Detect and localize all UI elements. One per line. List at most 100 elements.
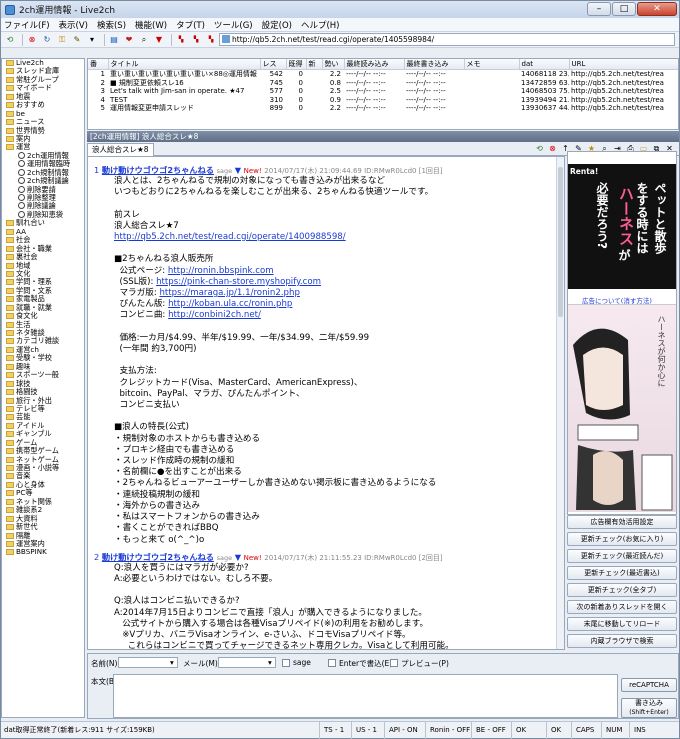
thread-list[interactable]: 番タイトル レス 既得新勢い 最終読み込み 最終書き込み メモ dat URL 1 重い重い重い… <box>87 58 679 130</box>
menu-item[interactable]: 検索(S) <box>97 19 126 31</box>
table-row[interactable]: 2 ■ 規制変更依頼スレ16 745 0 0.8 ----/--/-- --:-- ----… <box>88 79 678 88</box>
column-header[interactable]: URL <box>569 59 678 70</box>
post-link[interactable]: http://qb5.2ch.net/test/read.cgi/operate… <box>114 232 346 242</box>
table-row[interactable]: 3 Let's talk with Jim-san in operate. ★47… <box>88 87 678 96</box>
thread-icon-1[interactable]: ▚ <box>175 34 187 46</box>
post-link[interactable]: http://conbini2ch.net/ <box>168 310 261 320</box>
table-row[interactable]: 4 TEST 310 0 0.9 ----/--/-- --:-- ----/--/-- -… <box>88 96 678 105</box>
minimize-button[interactable]: – <box>587 2 611 16</box>
menu-item[interactable]: 機能(W) <box>135 19 167 31</box>
tree-item[interactable]: カテゴリ雑談 <box>2 337 84 345</box>
tree-item[interactable]: BBSPINK <box>2 548 84 556</box>
side-button[interactable]: 更新チェック(全タブ) <box>567 583 677 597</box>
column-header[interactable]: 番 <box>88 59 109 70</box>
tree-item[interactable]: マイボード <box>2 84 84 92</box>
address-bar[interactable]: http://qb5.2ch.net/test/read.cgi/operate… <box>219 33 675 46</box>
mail-dropdown-icon[interactable]: ▾ <box>268 658 272 667</box>
sage-checkbox[interactable] <box>282 659 290 667</box>
column-header[interactable]: タイトル <box>108 59 261 70</box>
ad-banner[interactable]: Renta! ペットと散歩 をする時には ハーネス が 必要だろう? <box>568 164 676 289</box>
tree-item[interactable]: ネット関係 <box>2 497 84 506</box>
column-header[interactable]: レス <box>260 59 287 70</box>
side-button[interactable]: 更新チェック(最近読んだ) <box>567 549 677 563</box>
post-link[interactable]: https://pink-chan-store.myshopify.com <box>156 277 321 287</box>
thread-icon-3[interactable]: ▚ <box>205 34 217 46</box>
tree-item[interactable]: 食文化 <box>2 311 84 320</box>
maximize-button[interactable]: □ <box>612 2 636 16</box>
scroll-thumb[interactable] <box>558 167 563 317</box>
thread-tab[interactable]: 浪人総合スレ★8 <box>87 143 154 156</box>
table-row[interactable]: 1 重い重い重い重い重い重い重い×88◎運用情報 542 0 2.2 ----/--/--… <box>88 70 678 79</box>
menu-item[interactable]: 表示(V) <box>59 19 88 31</box>
tree-item[interactable]: 馴れ合い <box>2 219 84 227</box>
thread-view[interactable]: 1 動け動けウゴウゴ2ちゃんねる sage ▼ New! 2014/07/17(… <box>87 156 565 650</box>
post-link[interactable]: http://koban.ula.cc/ronin.php <box>168 299 292 309</box>
tree-item[interactable]: スポーツ一般 <box>2 370 84 379</box>
tree-item[interactable]: 大資料 <box>2 514 84 523</box>
tree-item[interactable]: 雑談系2 <box>2 505 84 514</box>
column-header[interactable]: メモ <box>464 59 520 70</box>
tree-item[interactable]: 漫画・小説等 <box>2 463 84 472</box>
tree-item[interactable]: ギャンブル <box>2 430 84 438</box>
column-header[interactable]: 勢い <box>322 59 345 70</box>
menu-item[interactable]: ツール(G) <box>214 19 253 31</box>
side-button[interactable]: 広告欄有効活用設定 <box>567 515 677 529</box>
post-author[interactable]: 動け動けウゴウゴ2ちゃんねる <box>102 552 214 562</box>
stop-thread-icon[interactable]: ⊗ <box>547 143 558 154</box>
enter-submit-checkbox[interactable] <box>328 659 336 667</box>
stop-icon[interactable]: ⊗ <box>26 34 38 46</box>
refresh-icon[interactable]: ↻ <box>41 34 53 46</box>
column-header[interactable]: dat <box>519 59 570 70</box>
tree-item[interactable]: 裏社会 <box>2 252 84 261</box>
name-dropdown-icon[interactable]: ▾ <box>170 658 174 667</box>
tree-item[interactable]: おすすめ <box>2 100 84 109</box>
thread-scrollbar[interactable] <box>556 157 564 649</box>
post-author[interactable]: 動け動けウゴウゴ2ちゃんねる <box>102 165 214 175</box>
tree-item[interactable]: 受験・学校 <box>2 354 84 362</box>
menu-item[interactable]: 設定(O) <box>262 19 292 31</box>
search-icon[interactable]: ⌕ <box>138 34 150 46</box>
tree-item[interactable]: 会社・職業 <box>2 244 84 253</box>
thread-icon-2[interactable]: ▚ <box>190 34 202 46</box>
dropdown-icon[interactable]: ▾ <box>86 34 98 46</box>
tree-item[interactable]: 世界情勢 <box>2 126 84 135</box>
tree-item[interactable]: 新世代 <box>2 522 84 531</box>
ad-panel[interactable]: Renta! ペットと散歩 をする時には ハーネス が 必要だろう? 広告につい… <box>567 151 677 515</box>
post-menu-icon[interactable]: ▼ <box>235 552 241 562</box>
favorite-icon[interactable]: ❤ <box>123 34 135 46</box>
column-header[interactable]: 新 <box>306 59 323 70</box>
column-header[interactable]: 既得 <box>286 59 307 70</box>
body-textarea[interactable] <box>113 674 618 718</box>
preview-checkbox[interactable] <box>390 659 398 667</box>
key-icon[interactable]: ⚿ <box>56 34 68 46</box>
side-button[interactable]: 末尾に移動してリロード <box>567 617 677 631</box>
board-tree[interactable]: Live2ch スレッド倉庫 常駐グループ マイボード 地震 おすすめ be ニュース 世界情勢… <box>1 58 85 718</box>
post-link[interactable]: https://maraga.jp/1.1/ronin2.php <box>159 288 299 298</box>
menu-item[interactable]: ファイル(F) <box>4 19 50 31</box>
filter-icon[interactable]: ▼ <box>153 34 165 46</box>
column-header[interactable]: 最終書き込み <box>404 59 465 70</box>
tree-item[interactable]: AA <box>2 227 84 236</box>
side-button[interactable]: 更新チェック(最近書込) <box>567 566 677 580</box>
tree-item[interactable]: 案内 <box>2 134 84 143</box>
name-field[interactable] <box>118 657 178 668</box>
submit-button[interactable]: 書き込み (Shift+Enter) <box>621 698 677 718</box>
post-number[interactable]: 2 <box>94 552 99 562</box>
write-icon[interactable]: ✎ <box>71 34 83 46</box>
ad-manga-image[interactable]: ハーネスが何か心に <box>568 304 676 512</box>
tree-item[interactable]: 球技 <box>2 379 84 388</box>
post-link[interactable]: http://ronin.bbspink.com <box>168 266 274 276</box>
tree-item[interactable]: 就職・就業 <box>2 303 84 312</box>
reload-icon[interactable]: ⟲ <box>534 143 545 154</box>
recaptcha-button[interactable]: reCAPTCHA <box>621 678 677 692</box>
side-button[interactable]: 内蔵ブラウザで検索 <box>567 634 677 648</box>
post-number[interactable]: 1 <box>94 165 99 175</box>
table-row[interactable]: 5 運用情報変更申請スレッド 899 0 2.2 ----/--/-- --:-- ----… <box>88 104 678 113</box>
tree-item[interactable]: 心と身体 <box>2 480 84 489</box>
board-icon[interactable]: ▤ <box>108 34 120 46</box>
column-header[interactable]: 最終読み込み <box>344 59 405 70</box>
close-button[interactable]: ✕ <box>637 2 677 16</box>
get-list-icon[interactable]: ⟲ <box>4 34 16 46</box>
side-button[interactable]: 更新チェック(お気に入り) <box>567 532 677 546</box>
post-menu-icon[interactable]: ▼ <box>235 165 241 175</box>
